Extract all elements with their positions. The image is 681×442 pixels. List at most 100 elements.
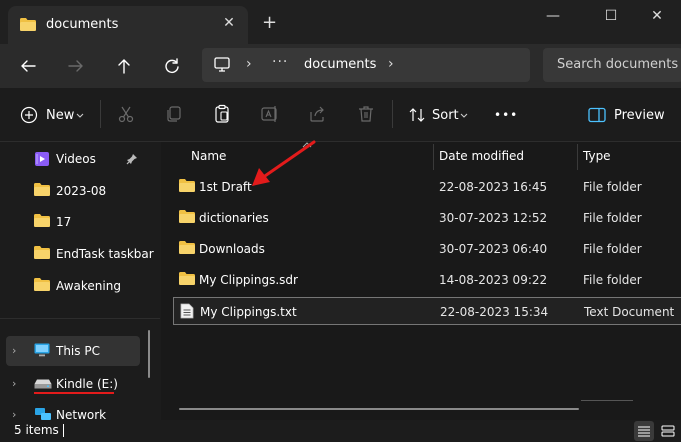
chevron-right-icon[interactable]: › bbox=[12, 344, 16, 357]
preview-label: Preview bbox=[614, 108, 665, 123]
file-row-downloads[interactable]: Downloads 30-07-2023 06:40 File folder bbox=[173, 235, 681, 263]
breadcrumb-overflow-button[interactable]: ··· bbox=[272, 54, 288, 70]
new-tab-button[interactable]: + bbox=[262, 14, 277, 32]
sidebar-item-label: Network bbox=[56, 408, 107, 420]
horizontal-scrollbar[interactable] bbox=[179, 408, 579, 410]
navigation-bar: › ··· documents › Search documents bbox=[0, 44, 681, 88]
sidebar-item-awakening[interactable]: Awakening bbox=[0, 271, 148, 301]
scissors-icon bbox=[118, 106, 134, 123]
more-options-button[interactable]: ••• bbox=[494, 108, 518, 122]
delete-button[interactable] bbox=[356, 104, 376, 126]
sidebar-item-kindle[interactable]: › Kindle (E:) bbox=[0, 369, 148, 399]
sidebar-item-this-pc[interactable]: › This PC bbox=[6, 336, 140, 366]
search-box[interactable]: Search documents bbox=[543, 48, 681, 82]
share-icon bbox=[310, 106, 324, 122]
navigation-pane: Videos 2023-08 17 EndTask taskbar Awaken… bbox=[0, 142, 160, 420]
tab-documents[interactable]: documents ✕ bbox=[8, 6, 248, 44]
file-type: Text Document bbox=[584, 305, 675, 319]
back-arrow-icon bbox=[21, 60, 36, 72]
paste-button[interactable] bbox=[212, 104, 232, 126]
sidebar-scrollbar[interactable] bbox=[148, 330, 150, 378]
up-button[interactable] bbox=[113, 55, 135, 77]
address-bar[interactable]: › ··· documents › bbox=[202, 48, 530, 82]
trash-icon bbox=[359, 106, 373, 122]
file-date: 14-08-2023 09:22 bbox=[439, 273, 548, 287]
file-name: My Clippings.txt bbox=[200, 305, 297, 319]
file-date: 30-07-2023 12:52 bbox=[439, 211, 548, 225]
status-bar: 5 items bbox=[0, 420, 681, 442]
sidebar-item-label: 2023-08 bbox=[56, 184, 107, 198]
tiles-view-icon bbox=[661, 425, 675, 437]
pin-icon[interactable] bbox=[126, 153, 138, 168]
folder-icon bbox=[179, 179, 195, 195]
cut-button[interactable] bbox=[116, 104, 136, 126]
item-count: 5 items bbox=[14, 423, 59, 437]
file-type: File folder bbox=[583, 273, 642, 287]
details-view-button[interactable] bbox=[634, 421, 654, 441]
details-view-icon bbox=[638, 426, 650, 437]
toolbar-divider bbox=[100, 100, 101, 128]
status-divider bbox=[63, 424, 64, 437]
title-bar: documents ✕ + — ☐ ✕ bbox=[0, 0, 681, 44]
tiles-view-button[interactable] bbox=[658, 421, 678, 441]
sidebar-item-17[interactable]: 17 bbox=[0, 207, 148, 237]
sidebar-item-2023-08[interactable]: 2023-08 bbox=[0, 176, 148, 206]
column-header-label: Type bbox=[583, 149, 611, 163]
network-icon bbox=[34, 407, 52, 420]
file-row-my-clippings-sdr[interactable]: My Clippings.sdr 14-08-2023 09:22 File f… bbox=[173, 266, 681, 294]
sidebar-item-network[interactable]: › Network bbox=[0, 400, 148, 420]
share-button[interactable] bbox=[308, 104, 328, 126]
new-label: New bbox=[46, 108, 75, 123]
file-name: 1st Draft bbox=[199, 180, 252, 194]
preview-pane-icon bbox=[588, 107, 606, 123]
file-row-1st-draft[interactable]: 1st Draft 22-08-2023 16:45 File folder bbox=[173, 173, 681, 201]
file-type: File folder bbox=[583, 211, 642, 225]
sort-button[interactable]: Sort bbox=[408, 104, 470, 126]
column-header-label: Date modified bbox=[439, 149, 525, 163]
drive-icon bbox=[34, 378, 52, 392]
file-date: 22-08-2023 16:45 bbox=[439, 180, 548, 194]
folder-icon bbox=[34, 246, 50, 262]
column-header-label: Name bbox=[191, 149, 227, 163]
file-name: Downloads bbox=[199, 242, 265, 256]
chevron-right-icon[interactable]: › bbox=[12, 377, 16, 390]
sidebar-item-label: Awakening bbox=[56, 279, 121, 293]
scroll-track bbox=[581, 400, 633, 401]
preview-button[interactable]: Preview bbox=[588, 104, 668, 126]
maximize-button[interactable]: ☐ bbox=[596, 8, 626, 32]
chevron-right-icon[interactable]: › bbox=[12, 408, 16, 420]
sidebar-item-videos[interactable]: Videos bbox=[0, 144, 148, 174]
chevron-down-icon bbox=[76, 113, 84, 118]
file-type: File folder bbox=[583, 242, 642, 256]
back-button[interactable] bbox=[17, 55, 39, 77]
search-input[interactable]: Search documents bbox=[557, 57, 678, 72]
rename-button[interactable] bbox=[260, 104, 280, 126]
new-button[interactable]: New bbox=[20, 104, 86, 126]
chevron-right-icon[interactable]: › bbox=[246, 56, 252, 72]
refresh-icon bbox=[165, 58, 179, 73]
forward-button[interactable] bbox=[65, 55, 87, 77]
sidebar-item-label: EndTask taskbar bbox=[56, 247, 154, 261]
sidebar-item-endtask-taskbar[interactable]: EndTask taskbar bbox=[0, 239, 154, 269]
chevron-right-icon[interactable]: › bbox=[388, 56, 394, 72]
minimize-button[interactable]: — bbox=[538, 8, 568, 32]
clipboard-icon bbox=[215, 104, 229, 123]
column-header-type[interactable]: Type bbox=[577, 142, 681, 172]
refresh-button[interactable] bbox=[161, 55, 183, 77]
column-header-date-modified[interactable]: Date modified bbox=[433, 142, 577, 172]
forward-arrow-icon bbox=[68, 60, 83, 72]
file-date: 22-08-2023 15:34 bbox=[440, 305, 549, 319]
sort-up-icon bbox=[302, 142, 312, 148]
folder-icon bbox=[34, 214, 50, 230]
file-row-dictionaries[interactable]: dictionaries 30-07-2023 12:52 File folde… bbox=[173, 204, 681, 232]
breadcrumb-current[interactable]: documents bbox=[304, 57, 376, 72]
file-row-my-clippings-txt[interactable]: My Clippings.txt 22-08-2023 15:34 Text D… bbox=[173, 297, 681, 325]
chevron-down-icon bbox=[460, 113, 468, 118]
close-window-button[interactable]: ✕ bbox=[642, 8, 672, 32]
sidebar-item-label: Kindle (E:) bbox=[56, 377, 118, 391]
toolbar-divider bbox=[392, 100, 393, 128]
copy-button[interactable] bbox=[164, 104, 184, 126]
this-pc-icon[interactable] bbox=[214, 57, 230, 75]
sidebar-item-label: This PC bbox=[56, 344, 100, 358]
tab-close-button[interactable]: ✕ bbox=[220, 15, 238, 33]
